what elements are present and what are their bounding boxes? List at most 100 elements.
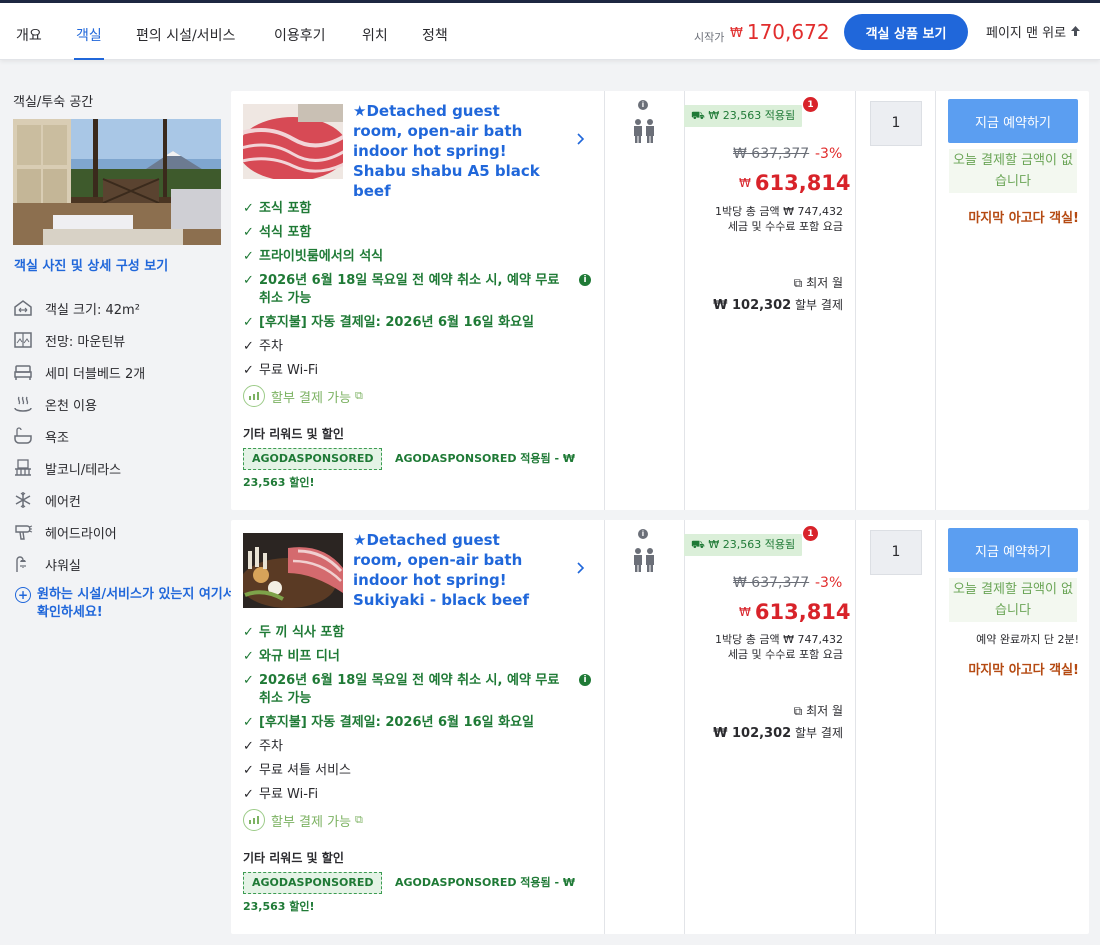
last-room-alert: 마지막 아고다 객실! xyxy=(968,211,1079,226)
room-offer-thumbnail[interactable] xyxy=(243,533,343,608)
column-divider xyxy=(604,91,605,510)
benefit-item: ✓ 무료 셔틀 서비스 xyxy=(243,763,351,778)
benefit-item: ✓ 프라이빗룸에서의 석식 xyxy=(243,249,384,264)
promo-applied-badge[interactable]: ⛟ ₩ 23,563 적용됨 1 xyxy=(684,97,819,127)
notification-badge: 1 xyxy=(803,526,819,541)
two-adults-icon xyxy=(634,548,654,572)
amenity-air-conditioner: 에어컨 xyxy=(13,489,81,511)
check-icon: ✓ xyxy=(243,339,254,354)
book-now-button[interactable]: 지금 예약하기 xyxy=(948,99,1078,143)
section-nav-bar: 개요 객실 편의 시설/서비스 이용후기 위치 정책 시작가 ₩170,672 … xyxy=(0,3,1100,60)
amenity-balcony: 발코니/테라스 xyxy=(13,457,121,479)
column-divider xyxy=(604,520,605,934)
column-divider xyxy=(684,520,685,934)
monthly-installment: ₩ 102,302 할부 결제 xyxy=(713,298,843,313)
tab-facilities[interactable]: 편의 시설/서비스 xyxy=(136,3,235,60)
check-icon: ✓ xyxy=(243,715,254,730)
view-icon xyxy=(13,330,33,350)
room-offer-card: ★Detached guest room, open-air bath indo… xyxy=(231,520,1089,934)
check-icon: ✓ xyxy=(243,763,254,778)
column-divider xyxy=(935,91,936,510)
per-night-total: 1박당 총 금액 ₩ 747,432 세금 및 수수료 포함 요금 xyxy=(715,633,843,661)
benefit-item: ✓ 2026년 6월 18일 목요일 전 예약 취소 시, 예약 무료 취소 가능… xyxy=(243,272,591,308)
room-list-section: 객실/투숙 공간 객실 사진 및 상세 구성 보기 객실 크기: 42m² 전망… xyxy=(1,78,1099,945)
bed-icon xyxy=(13,362,33,382)
room-offer-title[interactable]: ★Detached guest room, open-air bath indo… xyxy=(353,101,553,201)
tab-rooms[interactable]: 객실 xyxy=(74,3,104,60)
notification-badge: 1 xyxy=(803,97,819,112)
min-monthly-label[interactable]: ⧉ 최저 월 xyxy=(794,702,843,719)
plus-circle-icon: + xyxy=(15,587,31,603)
amenity-bed: 세미 더블베드 2개 xyxy=(13,361,145,383)
room-photos-link[interactable]: 객실 사진 및 상세 구성 보기 xyxy=(14,255,168,274)
info-icon[interactable]: i xyxy=(579,674,591,686)
info-icon[interactable]: i xyxy=(638,100,648,110)
promo-applied-badge[interactable]: ⛟ ₩ 23,563 적용됨 1 xyxy=(684,526,819,556)
tab-overview[interactable]: 개요 xyxy=(16,3,42,60)
info-icon[interactable]: i xyxy=(638,529,648,539)
shower-icon xyxy=(13,554,33,574)
view-rooms-button[interactable]: 객실 상품 보기 xyxy=(844,14,968,50)
room-offer-title[interactable]: ★Detached guest room, open-air bath indo… xyxy=(353,530,553,610)
bathtub-icon xyxy=(13,426,33,446)
check-icon: ✓ xyxy=(243,201,254,216)
check-facilities-link[interactable]: + 원하는 시설/서비스가 있는지 여기서 확인하세요! xyxy=(15,586,237,622)
check-icon: ✓ xyxy=(243,673,254,688)
column-divider xyxy=(855,520,856,934)
installment-option[interactable]: 할부 결제 가능 ⧉ xyxy=(243,385,363,407)
room-offer-card: ★Detached guest room, open-air bath indo… xyxy=(231,91,1089,510)
benefit-item: ✓ 주차 xyxy=(243,739,283,754)
external-link-icon: ⧉ xyxy=(793,276,807,290)
check-icon: ✓ xyxy=(243,225,254,240)
tab-location[interactable]: 위치 xyxy=(362,3,388,60)
chevron-right-icon[interactable] xyxy=(576,560,586,579)
coupon-icon: ⛟ xyxy=(691,109,709,122)
arrow-up-icon xyxy=(1070,25,1081,41)
room-quantity-select[interactable]: 1 xyxy=(870,101,922,146)
snowflake-icon xyxy=(13,490,33,510)
rewards-title: 기타 리워드 및 할인 xyxy=(243,427,344,441)
column-divider xyxy=(935,520,936,934)
check-icon: ✓ xyxy=(243,249,254,264)
booking-time-note: 예약 완료까지 단 2분! xyxy=(976,633,1079,646)
room-type-title: 객실/투숙 공간 xyxy=(13,95,94,110)
installment-icon xyxy=(243,385,265,407)
room-photo[interactable] xyxy=(13,119,221,245)
external-link-icon: ⧉ xyxy=(355,389,363,402)
check-icon: ✓ xyxy=(243,739,254,754)
tab-policies[interactable]: 정책 xyxy=(422,3,448,60)
tab-reviews[interactable]: 이용후기 xyxy=(274,3,326,60)
min-monthly-label[interactable]: ⧉ 최저 월 xyxy=(794,274,843,291)
back-to-top-link[interactable]: 페이지 맨 위로 xyxy=(986,22,1081,41)
amenity-hairdryer: 헤어드라이어 xyxy=(13,521,117,543)
benefit-item: ✓ 무료 Wi-Fi xyxy=(243,363,319,378)
two-adults-icon xyxy=(634,119,654,143)
pay-nothing-today: 오늘 결제할 금액이 없습니다 xyxy=(949,578,1077,622)
check-icon: ✓ xyxy=(243,273,254,288)
installment-option[interactable]: 할부 결제 가능 ⧉ xyxy=(243,809,363,831)
original-price: ₩ 637,377 xyxy=(733,575,810,591)
chevron-right-icon[interactable] xyxy=(576,131,586,150)
benefit-item: ✓ [후지불] 자동 결제일: 2026년 6월 16일 화요일 xyxy=(243,715,534,730)
rewards-title: 기타 리워드 및 할인 xyxy=(243,851,344,865)
benefit-item: ✓ 두 끼 식사 포함 xyxy=(243,625,345,640)
discount-percent: -3% xyxy=(815,146,843,162)
discount-percent: -3% xyxy=(815,575,843,591)
column-divider xyxy=(855,91,856,510)
original-price: ₩ 637,377 xyxy=(733,146,810,162)
amenity-shower: 샤워실 xyxy=(13,553,81,575)
amenity-hot-spring: 온천 이용 xyxy=(13,393,97,415)
sponsor-discount-text: AGODASPONSORED 적용됨 - ₩ 23,563 할인! xyxy=(243,452,576,489)
book-now-button[interactable]: 지금 예약하기 xyxy=(948,528,1078,572)
room-size-icon xyxy=(13,298,33,318)
amenity-bathtub: 욕조 xyxy=(13,425,69,447)
room-quantity-select[interactable]: 1 xyxy=(870,530,922,575)
coupon-icon: ⛟ xyxy=(691,538,709,551)
info-icon[interactable]: i xyxy=(579,274,591,286)
room-offer-thumbnail[interactable] xyxy=(243,104,343,179)
external-link-icon: ⧉ xyxy=(793,704,807,718)
check-icon: ✓ xyxy=(243,649,254,664)
per-night-total: 1박당 총 금액 ₩ 747,432 세금 및 수수료 포함 요금 xyxy=(715,205,843,233)
benefit-item: ✓ 와규 비프 디너 xyxy=(243,649,340,664)
balcony-icon xyxy=(13,458,33,478)
